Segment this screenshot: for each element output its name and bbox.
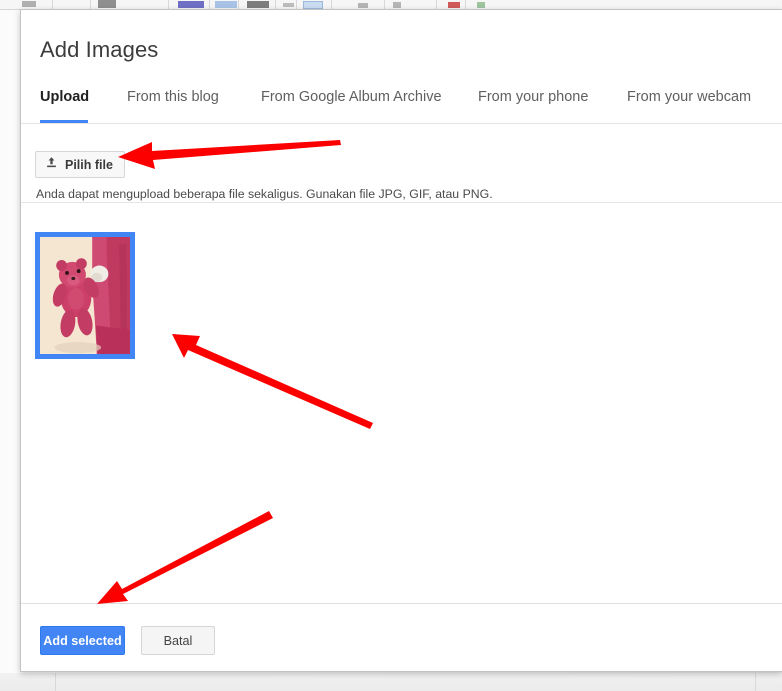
dialog-title: Add Images (40, 37, 159, 62)
uploaded-image-thumbnail[interactable] (35, 232, 135, 359)
teddy-bear-photo (40, 237, 130, 354)
toolbar-separator (90, 0, 91, 9)
toolbar-icon-dark[interactable] (247, 1, 269, 8)
upload-hint-text: Anda dapat mengupload beberapa file seka… (36, 187, 493, 201)
upload-section: Pilih file Anda dapat mengupload beberap… (21, 124, 782, 203)
toolbar-separator (52, 0, 53, 9)
toolbar-icon-2[interactable] (98, 0, 116, 8)
toolbar-separator (168, 0, 169, 9)
toolbar-icon-red[interactable] (448, 2, 460, 8)
toolbar-separator (209, 0, 210, 9)
cancel-button[interactable]: Batal (141, 626, 215, 655)
add-images-dialog: Add Images Upload From this blog From Go… (20, 9, 782, 672)
toolbar-separator (384, 0, 385, 9)
toolbar-icon-highlight[interactable] (215, 1, 237, 8)
toolbar-icon-box[interactable] (303, 1, 323, 9)
dialog-tab-bar: Upload From this blog From Google Album … (21, 83, 782, 124)
below-panel-divider (755, 673, 756, 691)
choose-file-button[interactable]: Pilih file (35, 151, 125, 178)
below-panel (0, 673, 782, 691)
toolbar-separator (296, 0, 297, 9)
tab-from-this-blog[interactable]: From this blog (127, 83, 219, 124)
toolbar-icon-plus[interactable] (393, 2, 401, 8)
toolbar-separator (436, 0, 437, 9)
toolbar-icon-small[interactable] (283, 3, 294, 7)
image-gallery (21, 203, 782, 603)
add-selected-button[interactable]: Add selected (40, 626, 125, 655)
toolbar-separator (331, 0, 332, 9)
toolbar-separator (275, 0, 276, 9)
toolbar-icon-green[interactable] (477, 2, 485, 8)
toolbar-icon-1[interactable] (22, 1, 36, 7)
upload-icon (45, 156, 58, 174)
below-panel-divider (55, 673, 56, 691)
tab-from-your-phone[interactable]: From your phone (478, 83, 588, 124)
screen: Add Images Upload From this blog From Go… (0, 0, 782, 691)
tab-upload[interactable]: Upload (40, 83, 89, 124)
toolbar-icon-align[interactable] (358, 3, 368, 8)
tab-from-google-album-archive[interactable]: From Google Album Archive (261, 83, 442, 124)
tab-from-your-webcam[interactable]: From your webcam (627, 83, 751, 124)
choose-file-label: Pilih file (65, 157, 113, 172)
toolbar-icon-underline[interactable] (178, 1, 204, 8)
toolbar-separator (465, 0, 466, 9)
toolbar-separator (238, 0, 239, 9)
dialog-footer: Add selected Batal (21, 604, 782, 671)
